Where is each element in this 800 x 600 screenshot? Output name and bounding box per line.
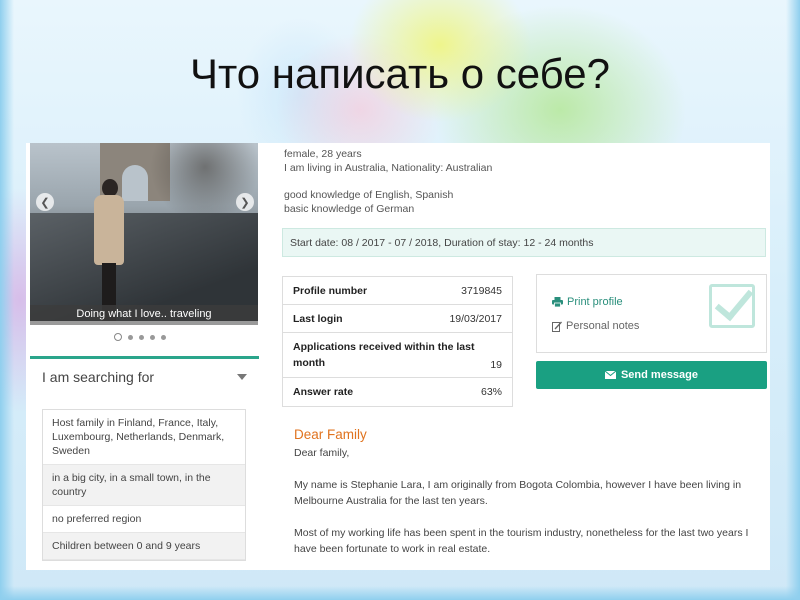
carousel-dots: [114, 333, 166, 341]
checkmark-icon: [709, 284, 755, 328]
carousel-dot-3[interactable]: [139, 334, 144, 340]
stat-value: 3719845: [461, 284, 502, 297]
table-row: Profile number 3719845: [283, 277, 512, 305]
stat-label: Applications received within the last mo…: [293, 341, 475, 369]
stat-label: Last login: [293, 312, 343, 325]
stat-label: Answer rate: [293, 386, 354, 398]
photo-trees: [150, 143, 258, 223]
profile-photo-carousel[interactable]: ❮ ❯ Doing what I love.. traveling: [30, 143, 258, 325]
chevron-right-icon[interactable]: ❯: [236, 193, 254, 211]
profile-age-gender: female, 28 years: [284, 148, 362, 160]
carousel-dot-1[interactable]: [114, 333, 122, 341]
searching-for-title: I am searching for: [42, 369, 155, 385]
searching-for-panel: I am searching for Host family in Finlan…: [30, 356, 259, 570]
stat-value: 19/03/2017: [449, 312, 502, 325]
personal-notes-link[interactable]: Personal notes: [552, 320, 639, 332]
profile-actions-box: Print profile Personal notes: [536, 274, 767, 353]
print-profile-label: Print profile: [567, 296, 623, 308]
table-row: Last login 19/03/2017: [283, 305, 512, 333]
letter-salutation: Dear family,: [294, 447, 350, 459]
print-profile-link[interactable]: Print profile: [552, 296, 623, 308]
profile-stats-table: Profile number 3719845 Last login 19/03/…: [282, 276, 513, 407]
carousel-dot-2[interactable]: [128, 334, 133, 340]
carousel-dot-4[interactable]: [150, 334, 155, 340]
photo-caption: Doing what I love.. traveling: [30, 305, 258, 321]
profile-summary: female, 28 years I am living in Australi…: [284, 147, 764, 216]
stat-value: 63%: [480, 386, 502, 398]
send-message-button[interactable]: Send message: [536, 361, 767, 389]
table-row: Applications received within the last mo…: [283, 333, 512, 378]
photo-person: [92, 179, 126, 321]
list-item: no preferred region: [43, 506, 245, 533]
printer-icon: [552, 297, 563, 307]
slide-title: Что написать о себе?: [190, 50, 610, 97]
stat-value: 19: [490, 359, 502, 371]
profile-language-basic: basic knowledge of German: [284, 203, 415, 215]
table-row: Answer rate 63%: [283, 378, 512, 406]
profile-residence: I am living in Australia, Nationality: A…: [284, 162, 493, 174]
chevron-down-icon[interactable]: [237, 374, 247, 380]
chevron-left-icon[interactable]: ❮: [36, 193, 54, 211]
personal-notes-label: Personal notes: [566, 320, 640, 332]
edit-note-icon: [552, 321, 562, 332]
searching-for-header[interactable]: I am searching for: [30, 359, 259, 395]
envelope-icon: [604, 371, 616, 379]
letter-paragraph-1: My name is Stephanie Lara, I am original…: [294, 479, 742, 507]
letter-section: Dear Family Dear family, My name is Step…: [294, 427, 754, 570]
slide-frame-bottom: [0, 586, 800, 600]
send-message-label: Send message: [620, 369, 699, 381]
profile-screenshot: ❮ ❯ Doing what I love.. traveling I am s…: [26, 143, 770, 570]
list-item: in a big city, in a small town, in the c…: [43, 465, 245, 506]
letter-paragraph-2: Most of my working life has been spent i…: [294, 527, 749, 555]
letter-heading: Dear Family: [294, 427, 367, 442]
stat-label: Profile number: [293, 284, 368, 297]
carousel-dot-5[interactable]: [161, 334, 166, 340]
list-item: Host family in Finland, France, Italy, L…: [43, 410, 245, 465]
profile-language-good: good knowledge of English, Spanish: [284, 189, 454, 201]
searching-for-list: Host family in Finland, France, Italy, L…: [42, 409, 246, 561]
list-item: Children between 0 and 9 years: [43, 533, 245, 560]
stay-info-text: Start date: 08 / 2017 - 07 / 2018, Durat…: [290, 236, 594, 249]
stay-info-box: Start date: 08 / 2017 - 07 / 2018, Durat…: [282, 228, 766, 257]
